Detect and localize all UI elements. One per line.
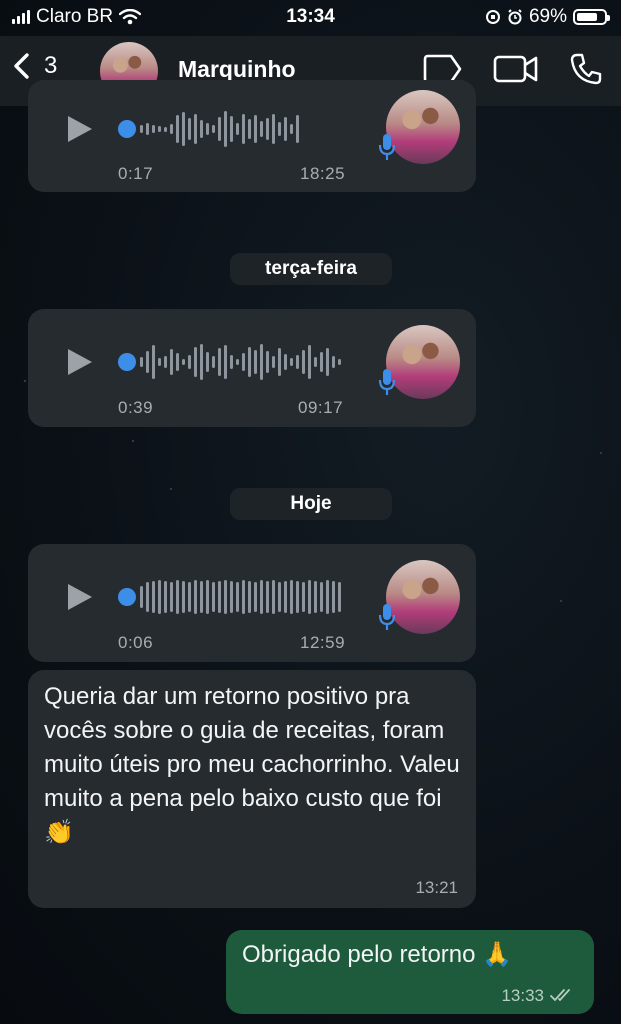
microphone-icon <box>378 369 396 395</box>
waveform[interactable] <box>140 577 341 617</box>
incoming-text-message[interactable]: Queria dar um retorno positivo pra vocês… <box>28 670 476 908</box>
contact-name[interactable]: Marquinho <box>178 56 296 83</box>
waveform[interactable] <box>140 342 341 382</box>
chevron-left-icon <box>14 53 29 79</box>
voice-sent-time: 09:17 <box>298 398 344 417</box>
voice-message[interactable]: 0:06 12:59 <box>28 544 476 662</box>
sender-avatar <box>386 325 460 399</box>
message-text: Obrigado pelo retorno 🙏 <box>242 941 513 968</box>
voice-message[interactable]: 0:17 18:25 <box>28 80 476 192</box>
back-button[interactable]: 3 <box>12 52 57 80</box>
voice-sent-time: 12:59 <box>300 633 346 652</box>
message-time: 13:33 <box>501 986 544 1005</box>
voice-elapsed: 0:06 <box>118 633 154 652</box>
message-time: 13:21 <box>415 878 458 897</box>
playhead-dot[interactable] <box>118 353 136 371</box>
sender-avatar <box>386 560 460 634</box>
play-icon[interactable] <box>68 584 92 610</box>
microphone-icon <box>378 134 396 160</box>
rotation-lock-icon <box>485 10 500 24</box>
status-bar: Claro BR 13:34 69% <box>0 0 621 36</box>
voice-sent-time: 18:25 <box>300 164 346 183</box>
sender-avatar <box>386 90 460 164</box>
date-separator: terça-feira <box>230 253 392 285</box>
message-text: Queria dar um retorno positivo pra vocês… <box>44 683 460 846</box>
alarm-icon <box>508 9 522 25</box>
waveform[interactable] <box>140 109 299 149</box>
phone-call-icon[interactable] <box>569 52 603 86</box>
play-icon[interactable] <box>68 116 92 142</box>
outgoing-text-message[interactable]: Obrigado pelo retorno 🙏 13:33 <box>226 930 594 1014</box>
microphone-icon <box>378 604 396 630</box>
read-receipt-icon <box>550 989 570 1002</box>
unread-count: 3 <box>44 52 58 79</box>
voice-elapsed: 0:39 <box>118 398 154 417</box>
voice-message[interactable]: 0:39 09:17 <box>28 309 476 427</box>
battery-percent: 69% <box>528 6 567 27</box>
date-separator: Hoje <box>230 488 392 520</box>
video-call-icon[interactable] <box>493 53 539 85</box>
battery-icon <box>573 9 610 25</box>
playhead-dot[interactable] <box>118 588 136 606</box>
voice-elapsed: 0:17 <box>118 164 154 183</box>
play-icon[interactable] <box>68 349 92 375</box>
playhead-dot[interactable] <box>118 120 136 138</box>
